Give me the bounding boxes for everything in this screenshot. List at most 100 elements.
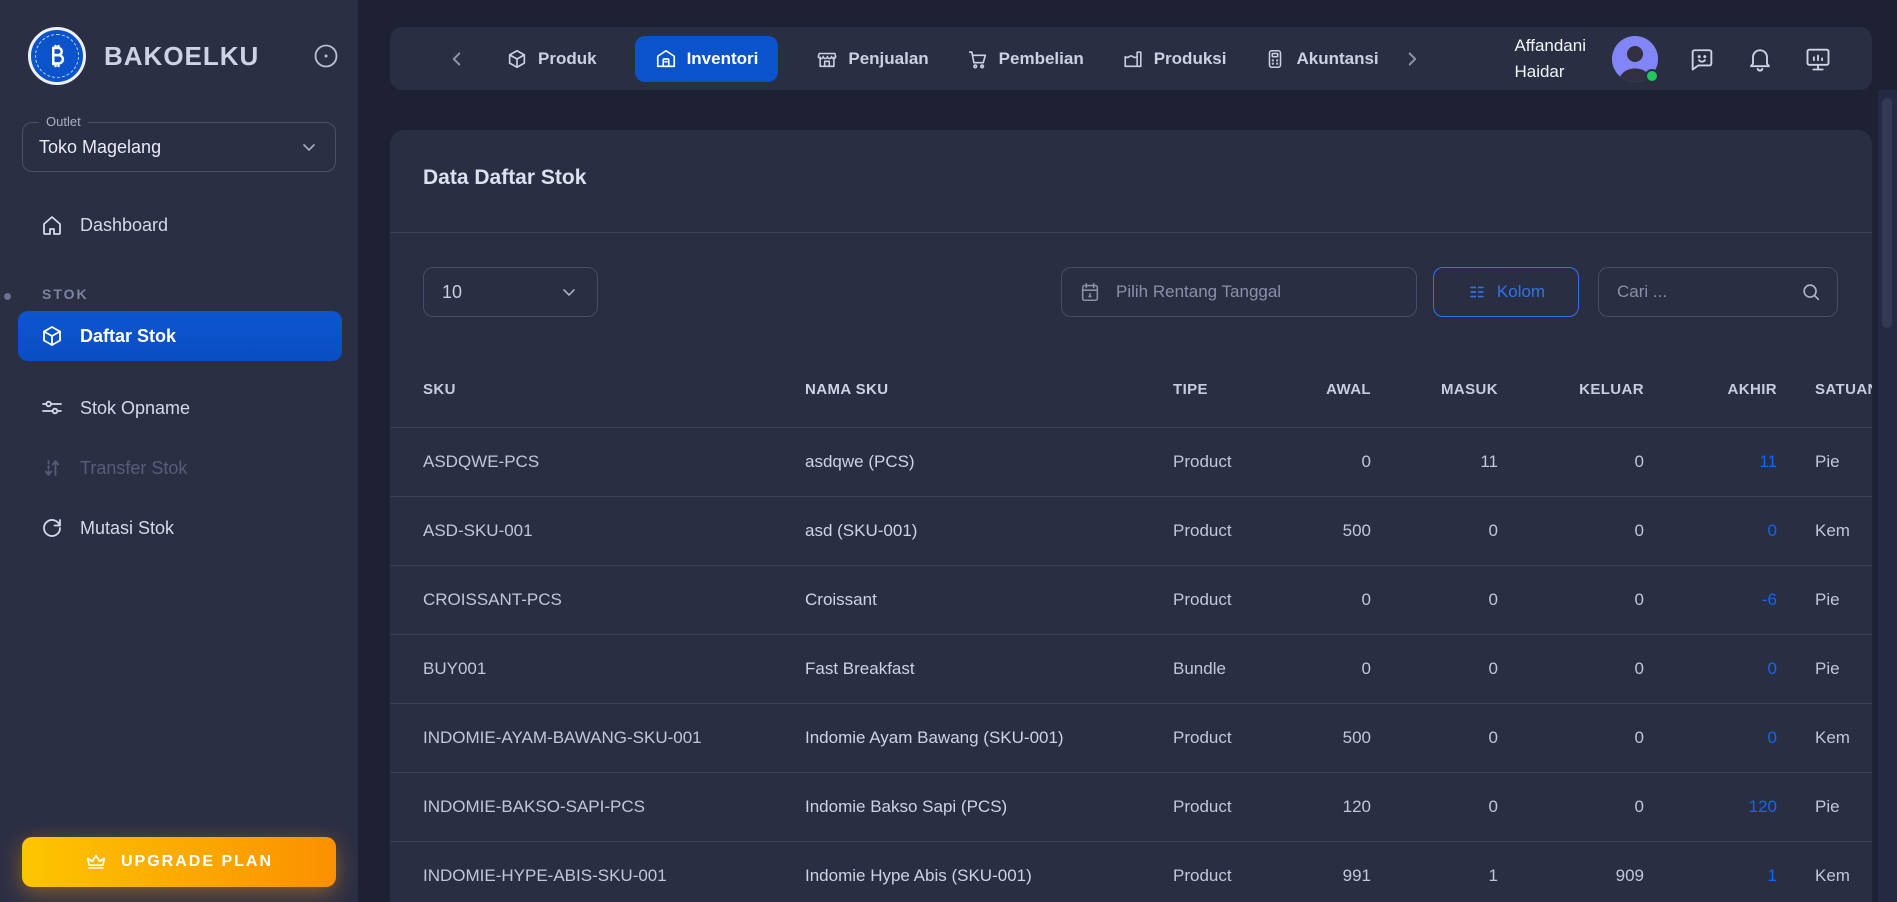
home-icon xyxy=(40,213,64,237)
cell-keluar: 0 xyxy=(1634,590,1644,609)
outlet-select[interactable]: Outlet Toko Magelang xyxy=(22,114,336,172)
col-header-sku: SKU xyxy=(423,381,456,398)
scrollbar-thumb[interactable] xyxy=(1882,98,1892,328)
table-row: INDOMIE-AYAM-BAWANG-SKU-001 Indomie Ayam … xyxy=(390,703,1872,772)
sidebar-item-stok-opname[interactable]: Stok Opname xyxy=(18,383,342,433)
sidebar-item-label: Mutasi Stok xyxy=(80,517,175,538)
cell-akhir[interactable]: 11 xyxy=(1644,452,1777,472)
cell-tipe: Product xyxy=(1173,866,1232,885)
cell-satuan: Pie xyxy=(1815,452,1840,471)
sidebar-item-label: Stok Opname xyxy=(80,397,191,418)
cell-sku: CROISSANT-PCS xyxy=(423,590,562,609)
search-icon[interactable] xyxy=(1800,281,1822,303)
topbar: Produk Inventori Penjualan Pembelian Pro xyxy=(390,27,1872,90)
transfer-arrows-icon xyxy=(40,456,64,480)
cell-akhir[interactable]: 0 xyxy=(1644,728,1777,748)
col-header-awal: AWAL xyxy=(1326,381,1371,398)
cell-awal: 500 xyxy=(1342,728,1371,747)
cell-sku: INDOMIE-BAKSO-SAPI-PCS xyxy=(423,797,645,816)
bitcoin-logo-icon xyxy=(28,27,86,85)
table-row: INDOMIE-BAKSO-SAPI-PCS Indomie Bakso Sapi… xyxy=(390,772,1872,841)
cell-sku: BUY001 xyxy=(423,659,487,678)
tab-label: Produksi xyxy=(1153,48,1227,68)
tab-penjualan[interactable]: Penjualan xyxy=(816,48,929,70)
tab-inventori[interactable]: Inventori xyxy=(634,35,779,82)
chevron-down-icon xyxy=(559,282,579,302)
online-status-dot xyxy=(1645,68,1659,83)
chat-feedback-icon[interactable] xyxy=(1688,45,1716,73)
tab-produk[interactable]: Produk xyxy=(506,48,597,70)
col-header-masuk: MASUK xyxy=(1441,381,1498,398)
cell-keluar: 0 xyxy=(1634,659,1644,678)
cube-icon xyxy=(506,48,528,70)
cell-satuan: Kem xyxy=(1815,866,1850,885)
table-row: ASDQWE-PCS asdqwe (PCS) Product 0 11 0 11 Pie xyxy=(390,427,1872,496)
cell-awal: 0 xyxy=(1361,659,1371,678)
cell-nama: Croissant xyxy=(805,590,877,609)
section-label: STOK xyxy=(42,286,89,302)
tab-label: Inventori xyxy=(686,48,759,68)
date-range-field xyxy=(1061,267,1417,317)
cell-akhir[interactable]: 120 xyxy=(1644,797,1777,817)
cell-akhir[interactable]: 0 xyxy=(1644,659,1777,679)
sidebar-collapse-icon[interactable] xyxy=(312,42,340,70)
cell-sku: INDOMIE-HYPE-ABIS-SKU-001 xyxy=(423,866,667,885)
cell-satuan: Pie xyxy=(1815,590,1840,609)
cell-nama: Indomie Ayam Bawang (SKU-001) xyxy=(805,728,1064,747)
columns-icon xyxy=(1467,282,1487,302)
cell-masuk: 0 xyxy=(1488,797,1498,816)
cell-nama: asd (SKU-001) xyxy=(805,521,918,540)
user-name: Affandani Haidar xyxy=(1514,33,1586,85)
cell-akhir[interactable]: 0 xyxy=(1644,521,1777,541)
outlet-label: Outlet xyxy=(39,114,88,129)
sidebar-section-stok: STOK xyxy=(0,284,358,308)
cell-awal: 0 xyxy=(1361,452,1371,471)
sidebar-item-label: Transfer Stok xyxy=(80,457,188,478)
date-range-input[interactable] xyxy=(1061,267,1417,317)
col-header-nama: NAMA SKU xyxy=(805,381,889,398)
brand-row: BAKOELKU xyxy=(28,27,259,85)
page-size-select[interactable]: 10 xyxy=(423,267,598,317)
monitor-dashboard-icon[interactable] xyxy=(1804,45,1832,73)
cell-keluar: 0 xyxy=(1634,452,1644,471)
sliders-icon xyxy=(40,396,64,420)
nav-back-icon[interactable] xyxy=(446,48,468,70)
user-avatar[interactable] xyxy=(1612,35,1659,83)
cell-nama: Indomie Hype Abis (SKU-001) xyxy=(805,866,1032,885)
cube-icon xyxy=(40,324,64,348)
upgrade-plan-button[interactable]: UPGRADE PLAN xyxy=(22,837,336,887)
cell-masuk: 0 xyxy=(1488,590,1498,609)
sidebar: BAKOELKU Outlet Toko Magelang Dashboard xyxy=(0,0,358,902)
sidebar-item-dashboard[interactable]: Dashboard xyxy=(18,200,342,250)
tab-akuntansi[interactable]: Akuntansi xyxy=(1264,48,1379,70)
col-header-akhir: AKHIR xyxy=(1727,381,1777,398)
crown-icon xyxy=(85,851,107,873)
cell-akhir[interactable]: 1 xyxy=(1644,866,1777,886)
cell-keluar: 0 xyxy=(1634,728,1644,747)
tab-pembelian[interactable]: Pembelian xyxy=(967,48,1084,70)
cell-satuan: Pie xyxy=(1815,659,1840,678)
notifications-bell-icon[interactable] xyxy=(1746,45,1774,73)
columns-button[interactable]: Kolom xyxy=(1433,267,1579,317)
sidebar-item-mutasi-stok[interactable]: Mutasi Stok xyxy=(18,503,342,553)
cell-akhir[interactable]: -6 xyxy=(1644,590,1777,610)
sidebar-item-daftar-stok[interactable]: Daftar Stok xyxy=(18,311,342,361)
table-header-row: SKU NAMA SKU TIPE AWAL MASUK KELUAR AKHIR SATUA… xyxy=(390,352,1872,427)
upgrade-plan-label: UPGRADE PLAN xyxy=(120,853,273,870)
search-field xyxy=(1598,267,1838,317)
table-body: ASDQWE-PCS asdqwe (PCS) Product 0 11 0 11 Pie AS… xyxy=(390,427,1872,902)
cell-satuan: Kem xyxy=(1815,728,1850,747)
page-size-value: 10 xyxy=(442,281,463,302)
nav-forward-icon[interactable] xyxy=(1401,48,1423,70)
cell-masuk: 11 xyxy=(1480,452,1498,471)
cart-icon xyxy=(967,48,989,70)
cell-satuan: Pie xyxy=(1815,797,1840,816)
page-title: Data Daftar Stok xyxy=(423,166,587,189)
cell-satuan: Kem xyxy=(1815,521,1850,540)
table-controls: 10 Kolom xyxy=(390,267,1872,317)
cell-keluar: 0 xyxy=(1634,797,1644,816)
vertical-scrollbar[interactable] xyxy=(1878,90,1897,902)
warehouse-icon xyxy=(655,48,677,70)
cell-masuk: 0 xyxy=(1488,521,1498,540)
tab-produksi[interactable]: Produksi xyxy=(1122,48,1227,70)
